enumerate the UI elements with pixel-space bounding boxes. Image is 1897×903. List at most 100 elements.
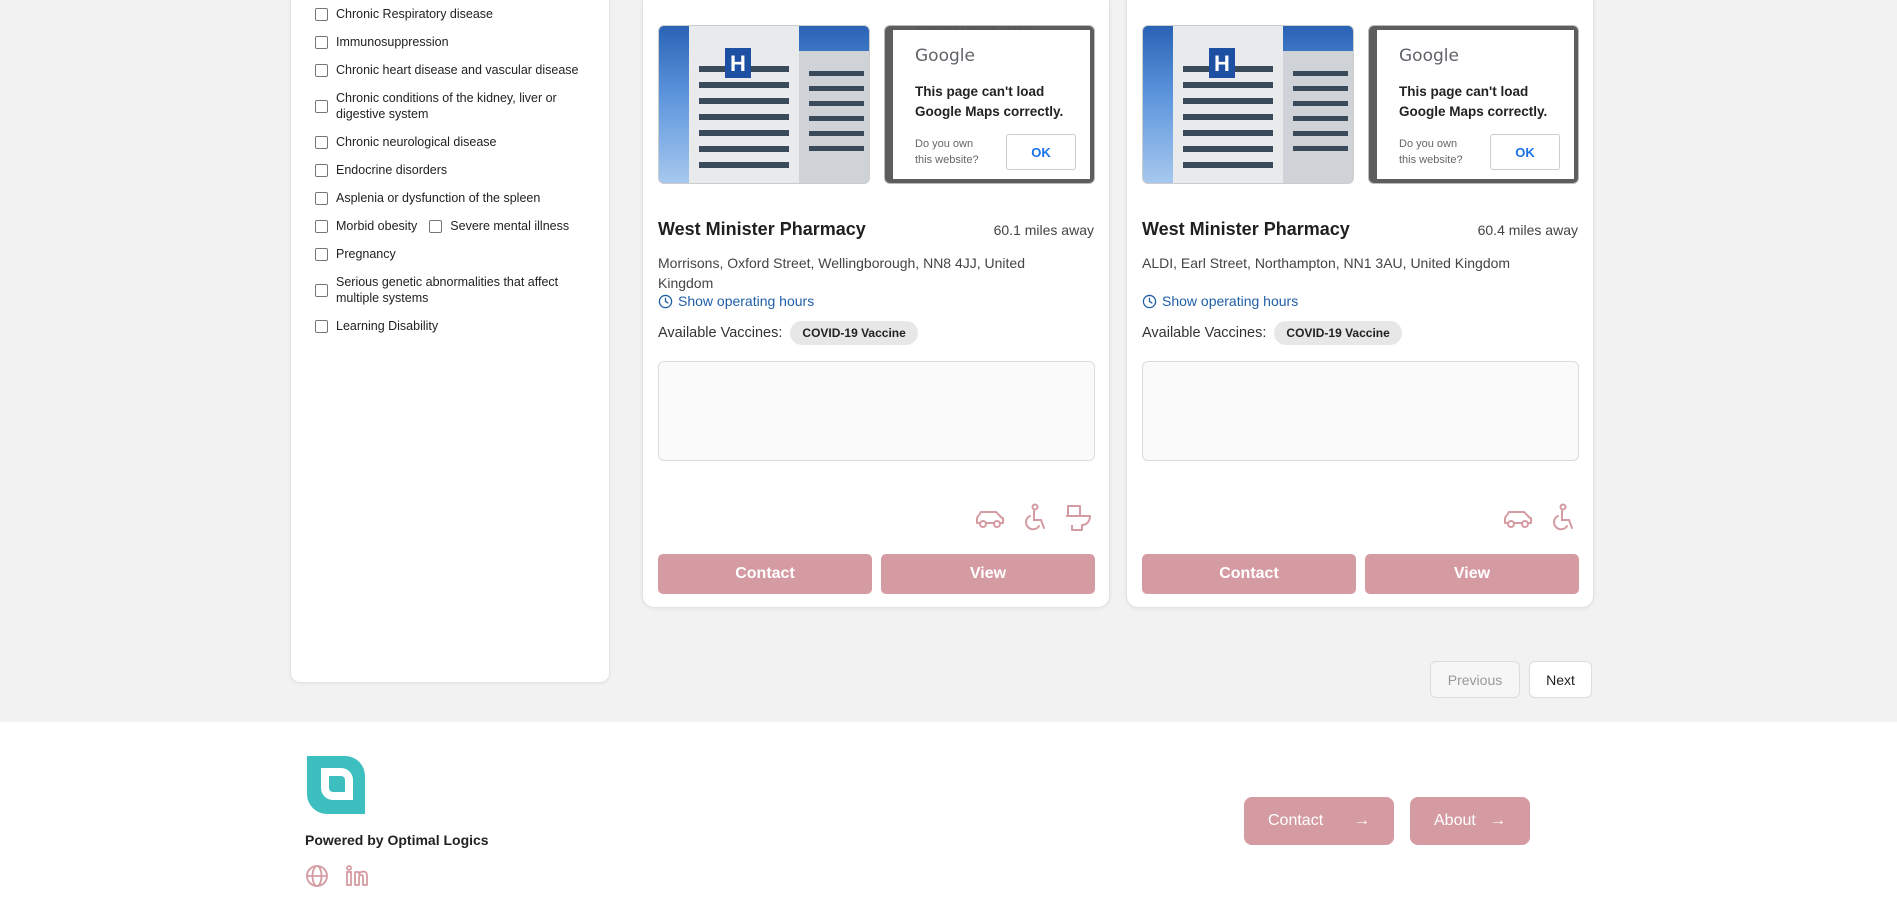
condition-label: Asplenia or dysfunction of the spleen — [336, 191, 541, 205]
map-error-footer: Do you own this website? OK — [915, 134, 1076, 170]
map-embed: Google This page can't load Google Maps … — [1368, 25, 1579, 184]
footer-about-button[interactable]: About → — [1410, 797, 1530, 845]
footer-contact-label: Contact — [1268, 812, 1324, 829]
checkbox[interactable] — [315, 283, 328, 297]
checkbox[interactable] — [315, 247, 328, 261]
vaccine-badge: COVID-19 Vaccine — [1274, 321, 1402, 345]
social-links — [305, 864, 369, 888]
show-hours-link[interactable]: Show operating hours — [1142, 293, 1298, 309]
condition-label: Chronic heart disease and vascular disea… — [336, 63, 579, 77]
car-icon — [1504, 511, 1532, 528]
condition-label: Chronic neurological disease — [336, 135, 497, 149]
map-error-footer: Do you own this website? OK — [1399, 134, 1560, 170]
show-hours-label: Show operating hours — [1162, 293, 1299, 309]
car-icon — [976, 511, 1004, 528]
view-button[interactable]: View — [881, 554, 1095, 594]
pharmacy-address: Morrisons, Oxford Street, Wellingborough… — [658, 255, 1026, 291]
card-media: H Waendel Leisure Centre Google This pag… — [658, 25, 1095, 184]
condition-kidney-liver[interactable]: Chronic conditions of the kidney, liver … — [315, 90, 605, 122]
checkbox[interactable] — [429, 219, 443, 233]
condition-label: Endocrine disorders — [336, 163, 448, 177]
footer-contact-button[interactable]: Contact → — [1244, 797, 1394, 845]
condition-pregnancy[interactable]: Pregnancy — [315, 246, 605, 262]
view-button[interactable]: View — [1365, 554, 1579, 594]
pharmacy-card: H Waendel Leisure Centre Google This pag… — [642, 0, 1110, 608]
vaccines-label: Available Vaccines: — [658, 325, 783, 341]
pharmacy-distance: 60.4 miles away — [1477, 222, 1578, 238]
card-actions: Contact View — [658, 554, 1095, 594]
card-media: H Google This page can't load Google Map… — [1142, 25, 1579, 184]
pharmacy-title: West Minister Pharmacy — [658, 219, 866, 239]
filter-sidebar: Chronic Respiratory disease Immunosuppre… — [290, 0, 610, 683]
hospital-image: H — [658, 25, 870, 184]
contact-button[interactable]: Contact — [658, 554, 872, 594]
map-error-question: Do you own this website? — [915, 138, 979, 166]
map-error-question: Do you own this website? — [1399, 138, 1463, 166]
card-info-box — [658, 361, 1095, 461]
next-button[interactable]: Next — [1529, 661, 1592, 698]
arrow-right-icon: → — [1490, 812, 1506, 829]
vaccines-label: Available Vaccines: — [1142, 325, 1267, 341]
map-error-panel: Google This page can't load Google Maps … — [893, 30, 1090, 179]
card-info-box — [1142, 361, 1579, 461]
checkbox[interactable] — [315, 219, 328, 233]
clock-icon — [658, 294, 673, 308]
condition-label: Learning Disability — [336, 319, 439, 333]
condition-heart-vascular[interactable]: Chronic heart disease and vascular disea… — [315, 62, 605, 78]
condition-genetic[interactable]: Serious genetic abnormalities that affec… — [315, 274, 605, 306]
pharmacy-card: H Google This page can't load Google Map… — [1126, 0, 1594, 608]
pagination: Previous Next — [1430, 661, 1592, 698]
map-ok-button[interactable]: OK — [1490, 134, 1560, 170]
globe-icon[interactable] — [305, 864, 329, 888]
condition-label: Immunosuppression — [336, 35, 449, 49]
available-vaccines: Available Vaccines: COVID-19 Vaccine — [658, 321, 918, 345]
vaccine-badge: COVID-19 Vaccine — [790, 321, 918, 345]
linkedin-icon[interactable] — [345, 864, 369, 888]
condition-immunosuppression[interactable]: Immunosuppression — [315, 34, 605, 50]
condition-label: Chronic Respiratory disease — [336, 7, 494, 21]
condition-pair-row: Morbid obesity Severe mental illness — [315, 218, 605, 234]
condition-endocrine[interactable]: Endocrine disorders — [315, 162, 605, 178]
condition-severe-mental-illness[interactable]: Severe mental illness — [429, 218, 569, 234]
footer: Powered by Optimal Logics Contact → Abou… — [0, 722, 1897, 903]
checkbox[interactable] — [315, 191, 328, 205]
conditions-list: Chronic Respiratory disease Immunosuppre… — [315, 6, 605, 346]
condition-label: Serious genetic abnormalities that affec… — [336, 275, 559, 305]
map-error-message: This page can't load Google Maps correct… — [1399, 84, 1548, 119]
previous-button[interactable]: Previous — [1430, 661, 1520, 698]
map-embed: Waendel Leisure Centre Google This page … — [884, 25, 1095, 184]
show-hours-label: Show operating hours — [678, 293, 815, 309]
footer-about-label: About — [1434, 812, 1476, 829]
svg-text:H: H — [1214, 51, 1230, 76]
checkbox[interactable] — [315, 99, 328, 113]
arrow-right-icon: → — [1354, 812, 1370, 829]
powered-by: Powered by Optimal Logics — [305, 832, 489, 848]
condition-learning-disability[interactable]: Learning Disability — [315, 318, 605, 334]
condition-chronic-respiratory[interactable]: Chronic Respiratory disease — [315, 6, 605, 22]
condition-morbid-obesity[interactable]: Morbid obesity — [315, 218, 417, 234]
condition-asplenia[interactable]: Asplenia or dysfunction of the spleen — [315, 190, 605, 206]
pharmacy-title: West Minister Pharmacy — [1142, 219, 1350, 239]
checkbox[interactable] — [315, 35, 328, 49]
checkbox[interactable] — [315, 7, 328, 21]
pharmacy-address: ALDI, Earl Street, Northampton, NN1 3AU,… — [1142, 255, 1511, 271]
available-vaccines: Available Vaccines: COVID-19 Vaccine — [1142, 321, 1402, 345]
card-actions: Contact View — [1142, 554, 1579, 594]
google-logo: Google — [915, 46, 975, 66]
checkbox[interactable] — [315, 163, 328, 177]
toilet-icon — [1066, 505, 1091, 531]
contact-button[interactable]: Contact — [1142, 554, 1356, 594]
checkbox[interactable] — [315, 63, 328, 77]
condition-label: Morbid obesity — [336, 219, 418, 233]
wheelchair-icon — [1025, 503, 1045, 531]
condition-neurological[interactable]: Chronic neurological disease — [315, 134, 605, 150]
pharmacy-distance: 60.1 miles away — [993, 222, 1094, 238]
condition-label: Chronic conditions of the kidney, liver … — [336, 91, 557, 121]
map-ok-button[interactable]: OK — [1006, 134, 1076, 170]
show-hours-link[interactable]: Show operating hours — [658, 293, 814, 309]
google-logo: Google — [1399, 46, 1459, 66]
checkbox[interactable] — [315, 319, 328, 333]
condition-label: Severe mental illness — [450, 219, 570, 233]
checkbox[interactable] — [315, 135, 328, 149]
svg-text:H: H — [730, 51, 746, 76]
